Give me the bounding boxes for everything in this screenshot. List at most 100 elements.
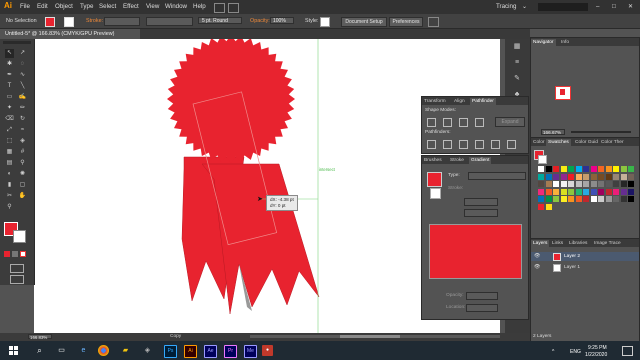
swatch[interactable]: [575, 173, 582, 180]
swatch[interactable]: [613, 196, 619, 202]
swatch[interactable]: [598, 166, 604, 172]
swatch[interactable]: [553, 181, 559, 187]
taskbar-app-pr-icon[interactable]: Pr: [224, 345, 237, 358]
paintbrush-tool-icon[interactable]: ✍: [18, 93, 27, 102]
gradient-aspect-field[interactable]: [464, 209, 498, 217]
tab-gradient[interactable]: Gradient: [469, 157, 492, 164]
shaper-tool-icon[interactable]: ✦: [5, 104, 14, 113]
outline-icon[interactable]: [491, 140, 500, 149]
swatch[interactable]: [590, 166, 597, 172]
task-view-icon[interactable]: ▭: [56, 345, 67, 356]
minimize-icon[interactable]: –: [596, 3, 599, 10]
blend-tool-icon[interactable]: ◐: [5, 170, 14, 179]
libraries-icon[interactable]: ▦: [512, 42, 522, 52]
close-icon[interactable]: ✕: [628, 3, 633, 10]
swatch[interactable]: [575, 181, 582, 187]
swatch[interactable]: [553, 196, 559, 202]
swatch[interactable]: [545, 166, 552, 172]
pencil-tool-icon[interactable]: ✏: [18, 104, 27, 113]
menu-select[interactable]: Select: [99, 3, 116, 10]
scrollbar-thumb[interactable]: [340, 335, 400, 338]
swatch[interactable]: [628, 166, 634, 172]
swatch[interactable]: [553, 188, 559, 195]
gradient-stroke-swatch[interactable]: [430, 188, 441, 199]
swatches-stroke-indicator[interactable]: [538, 155, 547, 164]
gradient-location-field[interactable]: [466, 304, 498, 312]
stroke-color-swatch[interactable]: [64, 17, 74, 27]
line-segment-tool-icon[interactable]: ╲: [18, 82, 27, 91]
toolbar-grip[interactable]: [3, 41, 31, 44]
preferences-button[interactable]: Preferences: [389, 17, 423, 27]
maximize-icon[interactable]: □: [612, 3, 616, 10]
swatch[interactable]: [568, 196, 574, 202]
stroke-weight-field[interactable]: [104, 17, 140, 26]
menu-file[interactable]: File: [20, 3, 30, 10]
eye-icon[interactable]: 👁: [534, 253, 540, 259]
swatch[interactable]: [553, 166, 559, 172]
artboard-tool-icon[interactable]: ▢: [18, 181, 27, 190]
swatch[interactable]: [568, 181, 574, 187]
minus-back-icon[interactable]: [507, 140, 516, 149]
crop-icon[interactable]: [475, 140, 484, 149]
swatch[interactable]: [575, 196, 582, 202]
language-indicator[interactable]: ENG: [570, 349, 581, 355]
menu-effect[interactable]: Effect: [123, 3, 139, 10]
swatch[interactable]: [613, 188, 619, 195]
swatch[interactable]: [583, 196, 589, 202]
slice-tool-icon[interactable]: ✂: [5, 192, 14, 201]
tab-navigator[interactable]: Navigator: [531, 39, 556, 46]
swatch[interactable]: [583, 181, 589, 187]
eraser-tool-icon[interactable]: ⌫: [5, 115, 14, 124]
tab-align[interactable]: Align: [452, 98, 467, 105]
bridge-icon[interactable]: [214, 3, 225, 13]
search-icon[interactable]: ⌕: [34, 345, 45, 356]
eye-icon[interactable]: 👁: [534, 264, 540, 270]
gradient-slider[interactable]: [429, 224, 522, 279]
symbol-sprayer-tool-icon[interactable]: ✺: [18, 170, 27, 179]
swatch[interactable]: [538, 188, 544, 195]
minus-front-icon[interactable]: [443, 118, 452, 127]
rotate-tool-icon[interactable]: ↻: [18, 115, 27, 124]
variable-width-profile[interactable]: [146, 17, 193, 26]
swatch[interactable]: [613, 166, 619, 172]
tab-brushes[interactable]: Brushes: [422, 157, 444, 164]
swatch[interactable]: [620, 173, 627, 180]
tab-color[interactable]: Color: [531, 139, 546, 146]
hand-tool-icon[interactable]: ✋: [18, 192, 27, 201]
navigator-view-box[interactable]: [555, 86, 571, 100]
document-tab[interactable]: Untitled-5* @ 166.83% (CMYK/GPU Preview): [0, 29, 140, 39]
swatch[interactable]: [575, 188, 582, 195]
tab-pathfinder[interactable]: Pathfinder: [470, 98, 496, 105]
layer-row[interactable]: 👁 Layer 1: [531, 263, 639, 272]
brush-definition[interactable]: 5 pt. Round: [198, 17, 242, 24]
swatch[interactable]: [538, 173, 544, 180]
screen-mode-icon[interactable]: [10, 275, 24, 284]
horizontal-scrollbar[interactable]: [250, 335, 500, 338]
eyedropper-tool-icon[interactable]: ⚲: [18, 159, 27, 168]
swatch[interactable]: [605, 188, 612, 195]
tab-color-guide[interactable]: Color Guid: [573, 139, 600, 146]
trim-icon[interactable]: [443, 140, 452, 149]
layer-name[interactable]: Layer 2: [564, 254, 580, 259]
tab-swatches[interactable]: Swatches: [546, 139, 571, 146]
swatch[interactable]: [583, 166, 589, 172]
tab-transform[interactable]: Transform: [422, 98, 448, 105]
tab-color-themes[interactable]: Color Ther: [599, 139, 626, 146]
swatch[interactable]: [628, 181, 634, 187]
search-stock-input[interactable]: [538, 3, 588, 11]
divide-icon[interactable]: [427, 140, 436, 149]
swatch[interactable]: [568, 188, 574, 195]
swatch[interactable]: [545, 188, 552, 195]
taskbar-app-ae-icon[interactable]: Ae: [204, 345, 217, 358]
rectangle-tool-icon[interactable]: ▭: [5, 93, 14, 102]
swatch[interactable]: [538, 166, 544, 172]
swatch[interactable]: [575, 166, 582, 172]
zoom-field[interactable]: 166.83%: [28, 334, 52, 340]
navigator-zoom-slider[interactable]: [571, 131, 631, 133]
clock-date[interactable]: 1/22/2020: [585, 352, 607, 358]
gradient-mode-icon[interactable]: [12, 251, 18, 257]
gradient-tool-icon[interactable]: ▤: [5, 159, 14, 168]
fill-color-swatch[interactable]: [45, 17, 55, 27]
file-explorer-icon[interactable]: ▰: [120, 345, 131, 356]
swatch[interactable]: [545, 203, 552, 210]
